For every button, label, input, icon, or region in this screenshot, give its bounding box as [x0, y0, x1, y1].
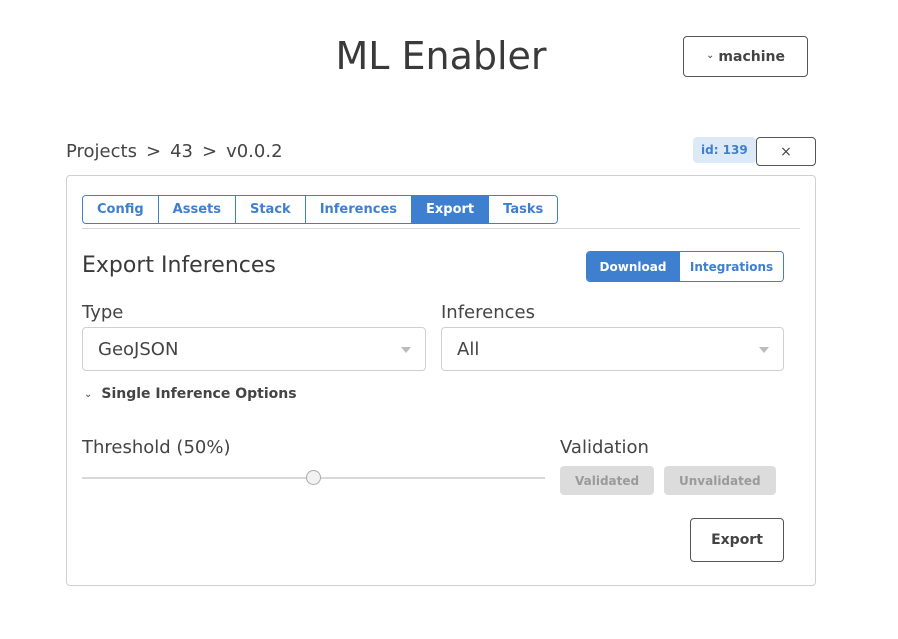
tab-bar: Config Assets Stack Inferences Export Ta…	[82, 195, 559, 224]
tab-config[interactable]: Config	[83, 196, 159, 223]
inferences-select[interactable]: All	[441, 327, 784, 371]
inferences-select-value: All	[457, 338, 480, 360]
download-toggle[interactable]: Download	[587, 252, 679, 281]
breadcrumb-projects[interactable]: Projects	[66, 141, 137, 162]
single-inference-options-toggle[interactable]: ⌄ Single Inference Options	[84, 386, 297, 402]
integrations-toggle[interactable]: Integrations	[679, 252, 783, 281]
breadcrumb-separator: >	[201, 141, 218, 162]
breadcrumb-project-id[interactable]: 43	[170, 141, 193, 162]
close-button[interactable]: ×	[756, 137, 816, 166]
type-select-value: GeoJSON	[98, 338, 179, 360]
type-label: Type	[82, 302, 124, 323]
validation-label: Validation	[560, 437, 649, 458]
tab-tasks[interactable]: Tasks	[489, 196, 558, 223]
breadcrumb-version: v0.0.2	[226, 141, 283, 162]
user-menu-label: machine	[718, 48, 785, 65]
dropdown-arrow-icon	[401, 347, 411, 353]
single-inference-options-label: Single Inference Options	[101, 386, 297, 402]
breadcrumb-separator: >	[145, 141, 162, 162]
tab-inferences[interactable]: Inferences	[305, 196, 412, 223]
threshold-label: Threshold (50%)	[82, 437, 231, 458]
export-mode-toggle: Download Integrations	[586, 251, 784, 282]
tab-stack[interactable]: Stack	[235, 196, 306, 223]
export-panel: Config Assets Stack Inferences Export Ta…	[66, 175, 816, 586]
tab-export[interactable]: Export	[412, 196, 490, 223]
model-id-badge: id: 139	[693, 137, 756, 163]
tab-assets[interactable]: Assets	[158, 196, 236, 223]
threshold-slider-handle[interactable]	[306, 470, 321, 485]
user-menu-button[interactable]: ⌄ machine	[683, 36, 808, 77]
section-title: Export Inferences	[82, 253, 276, 278]
chevron-down-icon: ⌄	[84, 388, 93, 400]
dropdown-arrow-icon	[759, 347, 769, 353]
validated-filter-button[interactable]: Validated	[560, 466, 655, 495]
chevron-down-icon: ⌄	[706, 50, 715, 61]
unvalidated-filter-button[interactable]: Unvalidated	[664, 466, 776, 495]
type-select[interactable]: GeoJSON	[82, 327, 426, 371]
breadcrumb: Projects > 43 > v0.0.2	[66, 141, 283, 162]
export-button[interactable]: Export	[690, 518, 784, 562]
tab-divider	[82, 228, 800, 229]
inferences-label: Inferences	[441, 302, 535, 323]
